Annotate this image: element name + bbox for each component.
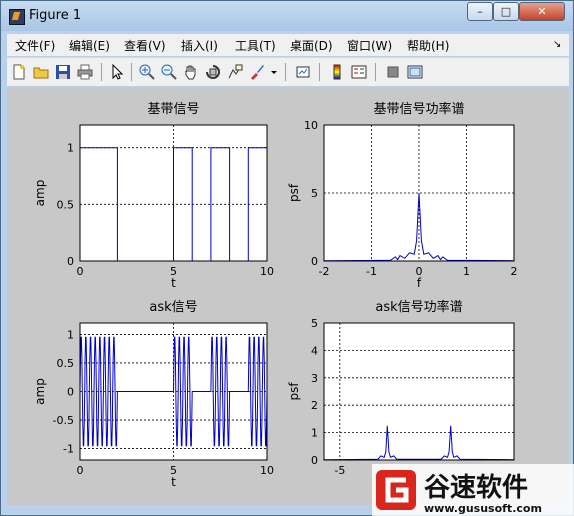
menu-tools[interactable]: 工具(T): [235, 37, 276, 54]
plot-area: 0 5 1000.51基带信号tamp-2 -1 0 1 20510基带信号功率谱fpsf0…: [33, 101, 518, 489]
x-tick-label: -5: [334, 464, 345, 477]
x-tick-label: 2: [511, 265, 518, 278]
y-tick-label: 5: [311, 317, 318, 330]
x-axis-label: t: [171, 475, 176, 489]
watermark-brand: 谷速软件: [424, 473, 528, 503]
watermark-url: www.gususoft.com: [424, 502, 542, 515]
y-tick-label: -1: [63, 443, 74, 456]
dropdown-arrow-icon[interactable]: [269, 64, 279, 80]
axes-title: 基带信号功率谱: [373, 101, 464, 117]
y-tick-label: 1: [67, 142, 74, 155]
pan-hand-icon[interactable]: [183, 64, 199, 80]
legend-icon[interactable]: [351, 64, 367, 80]
toolbar: [7, 57, 569, 86]
window-title: Figure 1: [29, 8, 82, 23]
x-tick-label: 0: [77, 464, 84, 477]
y-tick-label: 3: [311, 372, 318, 385]
new-file-icon[interactable]: [11, 64, 27, 80]
figure-window: Figure 1 – □ ✕ 文件(F) 编辑(E) 查看(V) 插入(I) 工…: [0, 0, 574, 516]
zoom-in-icon[interactable]: [139, 64, 155, 80]
figure-canvas: 0 5 10 0 0.5 1 基带信号 t amp -2 -1 0 1 2 0 5 10 基带信号功率谱 f psf 0…: [7, 87, 569, 505]
pointer-icon[interactable]: [109, 64, 125, 80]
toolbar-separator: [319, 63, 320, 81]
y-tick-label: 4: [311, 344, 318, 357]
menu-file[interactable]: 文件(F): [15, 37, 55, 54]
minimize-button[interactable]: –: [467, 2, 493, 21]
show-plot-tools-icon[interactable]: [407, 64, 423, 80]
y-axis-label: psf: [287, 183, 301, 202]
close-button[interactable]: ✕: [519, 2, 565, 21]
toolbar-separator: [101, 63, 102, 81]
brush-icon[interactable]: [249, 64, 265, 80]
menu-dock-arrow-icon[interactable]: ↘: [553, 39, 561, 50]
x-tick-label: -2: [319, 265, 330, 278]
colorbar-icon[interactable]: [329, 64, 345, 80]
y-tick-label: 0.5: [57, 357, 75, 370]
menu-insert[interactable]: 插入(I): [181, 37, 218, 54]
hide-plot-tools-icon[interactable]: [385, 64, 401, 80]
x-tick-label: 10: [260, 464, 274, 477]
x-tick-label: -1: [366, 265, 377, 278]
axes-4: -5 0 1 2 3 4 5 ask信号功率谱 psf: [287, 299, 515, 477]
watermark: 谷速软件 www.gususoft.com: [372, 464, 574, 516]
axes-2: -2 -1 0 1 20510基带信号功率谱fpsf: [287, 101, 518, 290]
save-icon[interactable]: [55, 64, 71, 80]
y-tick-label: 0: [67, 386, 74, 399]
axes-title: ask信号: [149, 300, 197, 315]
matlab-icon: [9, 9, 25, 25]
menu-help[interactable]: 帮助(H): [407, 37, 449, 54]
open-folder-icon[interactable]: [33, 64, 49, 80]
menu-bar: 文件(F) 编辑(E) 查看(V) 插入(I) 工具(T) 桌面(D) 窗口(W…: [7, 34, 569, 56]
y-axis-label: psf: [287, 382, 301, 401]
x-tick-label: 10: [260, 265, 274, 278]
y-tick-label: 0: [311, 255, 318, 268]
y-tick-label: 5: [311, 187, 318, 200]
axes-title: ask信号功率谱: [375, 299, 462, 315]
zoom-out-icon[interactable]: [161, 64, 177, 80]
menu-view[interactable]: 查看(V): [124, 37, 166, 54]
y-tick-label: 2: [311, 399, 318, 412]
y-tick-label: 1: [67, 328, 74, 341]
y-tick-label: 0.5: [57, 198, 75, 211]
maximize-button[interactable]: □: [493, 2, 519, 21]
toolbar-separator: [375, 63, 376, 81]
axes-title: 基带信号: [147, 102, 199, 117]
axes-1: 0 5 1000.51基带信号tamp: [33, 102, 274, 290]
x-axis-label: f: [417, 276, 422, 290]
y-tick-label: -0.5: [53, 414, 74, 427]
print-icon[interactable]: [77, 64, 93, 80]
x-tick-label: 1: [463, 265, 470, 278]
y-tick-label: 0: [67, 255, 74, 268]
x-tick-label: 0: [77, 265, 84, 278]
x-axis-label: t: [171, 276, 176, 290]
y-tick-label: 1: [311, 427, 318, 440]
rotate-3d-icon[interactable]: [205, 64, 221, 80]
title-bar[interactable]: Figure 1 – □ ✕: [1, 1, 573, 31]
y-tick-label: 10: [304, 119, 318, 132]
y-tick-label: 0: [311, 454, 318, 467]
y-axis-label: amp: [33, 180, 47, 207]
axes-background: [323, 322, 515, 461]
axes-3: 0 5 10-1-0.500.51ask信号tamp: [33, 300, 274, 489]
menu-window[interactable]: 窗口(W): [347, 37, 392, 54]
data-cursor-icon[interactable]: [227, 64, 243, 80]
menu-edit[interactable]: 编辑(E): [69, 37, 110, 54]
link-plot-icon[interactable]: [295, 64, 311, 80]
toolbar-separator: [285, 63, 286, 81]
toolbar-separator: [131, 63, 132, 81]
menu-desktop[interactable]: 桌面(D): [290, 37, 333, 54]
y-axis-label: amp: [33, 378, 47, 405]
